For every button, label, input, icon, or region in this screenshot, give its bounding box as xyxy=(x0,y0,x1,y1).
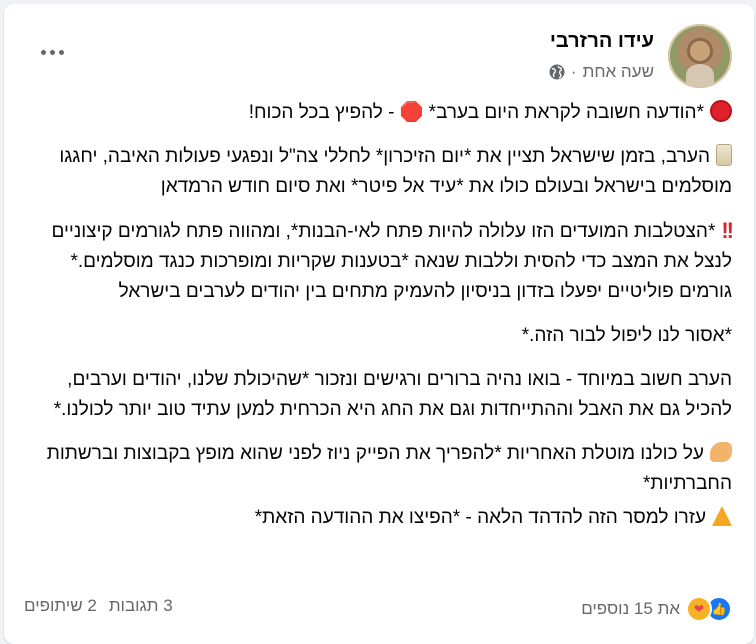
post-meta: שעה אחת · xyxy=(549,62,654,82)
post-footer: 👍 ❤ את 15 נוספים 3 תגובות 2 שיתופים xyxy=(24,596,732,626)
post-paragraph: הערב, בזמן שישראל תציין את *יום הזיכרון*… xyxy=(26,142,732,202)
more-dot-icon xyxy=(49,49,55,55)
post-paragraph: *הודעה חשובה לקראת היום בערב* 🛑 - להפיץ … xyxy=(26,98,732,128)
scroll-icon xyxy=(716,144,732,166)
paragraph-text: עזרו למסר הזה להדהד הלאה - *הפיצו את ההו… xyxy=(254,507,706,528)
meta-separator: · xyxy=(570,62,577,81)
post-paragraph: *אסור לנו ליפול לבור הזה.* xyxy=(26,321,732,351)
timestamp[interactable]: שעה אחת xyxy=(583,62,654,82)
reactions-summary[interactable]: 👍 ❤ את 15 נוספים xyxy=(581,596,732,622)
paragraph-text: *אסור לנו ליפול לבור הזה.* xyxy=(521,325,732,346)
author-name[interactable]: עידו הרזרבי xyxy=(550,30,654,53)
post-paragraph: עזרו למסר הזה להדהד הלאה - *הפיצו את ההו… xyxy=(26,503,732,533)
post-card: עידו הרזרבי שעה אחת · *הודעה חשובה לקראת… xyxy=(4,4,754,644)
paragraph-text: *הודעה חשובה לקראת היום בערב* 🛑 - להפיץ … xyxy=(248,102,704,123)
post-paragraph: !!*הצטלבות המועדים הזו עלולה להיות פתח ל… xyxy=(26,216,734,307)
party-popper-icon xyxy=(712,506,732,526)
paragraph-text: הערב, בזמן שישראל תציין את *יום הזיכרון*… xyxy=(59,146,732,197)
reactions-count: את 15 נוספים xyxy=(581,599,680,618)
post-body: *הודעה חשובה לקראת היום בערב* 🛑 - להפיץ … xyxy=(26,98,734,547)
paragraph-text: על כולנו מוטלת האחריות *להפריך את הפייק … xyxy=(46,443,732,494)
stop-sign-icon xyxy=(710,100,732,122)
more-dot-icon xyxy=(40,49,46,55)
shares-count[interactable]: 2 שיתופים xyxy=(24,596,97,616)
reaction-icons: 👍 ❤ xyxy=(686,596,732,622)
engagement-stats: 3 תגובות 2 שיתופים xyxy=(24,596,173,616)
paragraph-text: *הצטלבות המועדים הזו עלולה להיות פתח לאי… xyxy=(51,221,732,302)
double-exclamation-icon: !! xyxy=(721,218,734,243)
more-options-button[interactable] xyxy=(34,40,70,64)
globe-icon[interactable] xyxy=(549,64,565,80)
post-header: עידו הרזרבי שעה אחת · xyxy=(24,24,732,92)
post-paragraph: על כולנו מוטלת האחריות *להפריך את הפייק … xyxy=(26,439,732,499)
care-icon: ❤ xyxy=(686,596,712,622)
comments-count[interactable]: 3 תגובות xyxy=(109,596,173,616)
flexed-biceps-icon xyxy=(710,442,732,462)
paragraph-text: הערב חשוב במיוחד - בואו נהיה ברורים ורגי… xyxy=(53,369,732,420)
more-dot-icon xyxy=(58,49,64,55)
post-paragraph: הערב חשוב במיוחד - בואו נהיה ברורים ורגי… xyxy=(26,365,732,425)
author-avatar[interactable] xyxy=(668,24,732,88)
